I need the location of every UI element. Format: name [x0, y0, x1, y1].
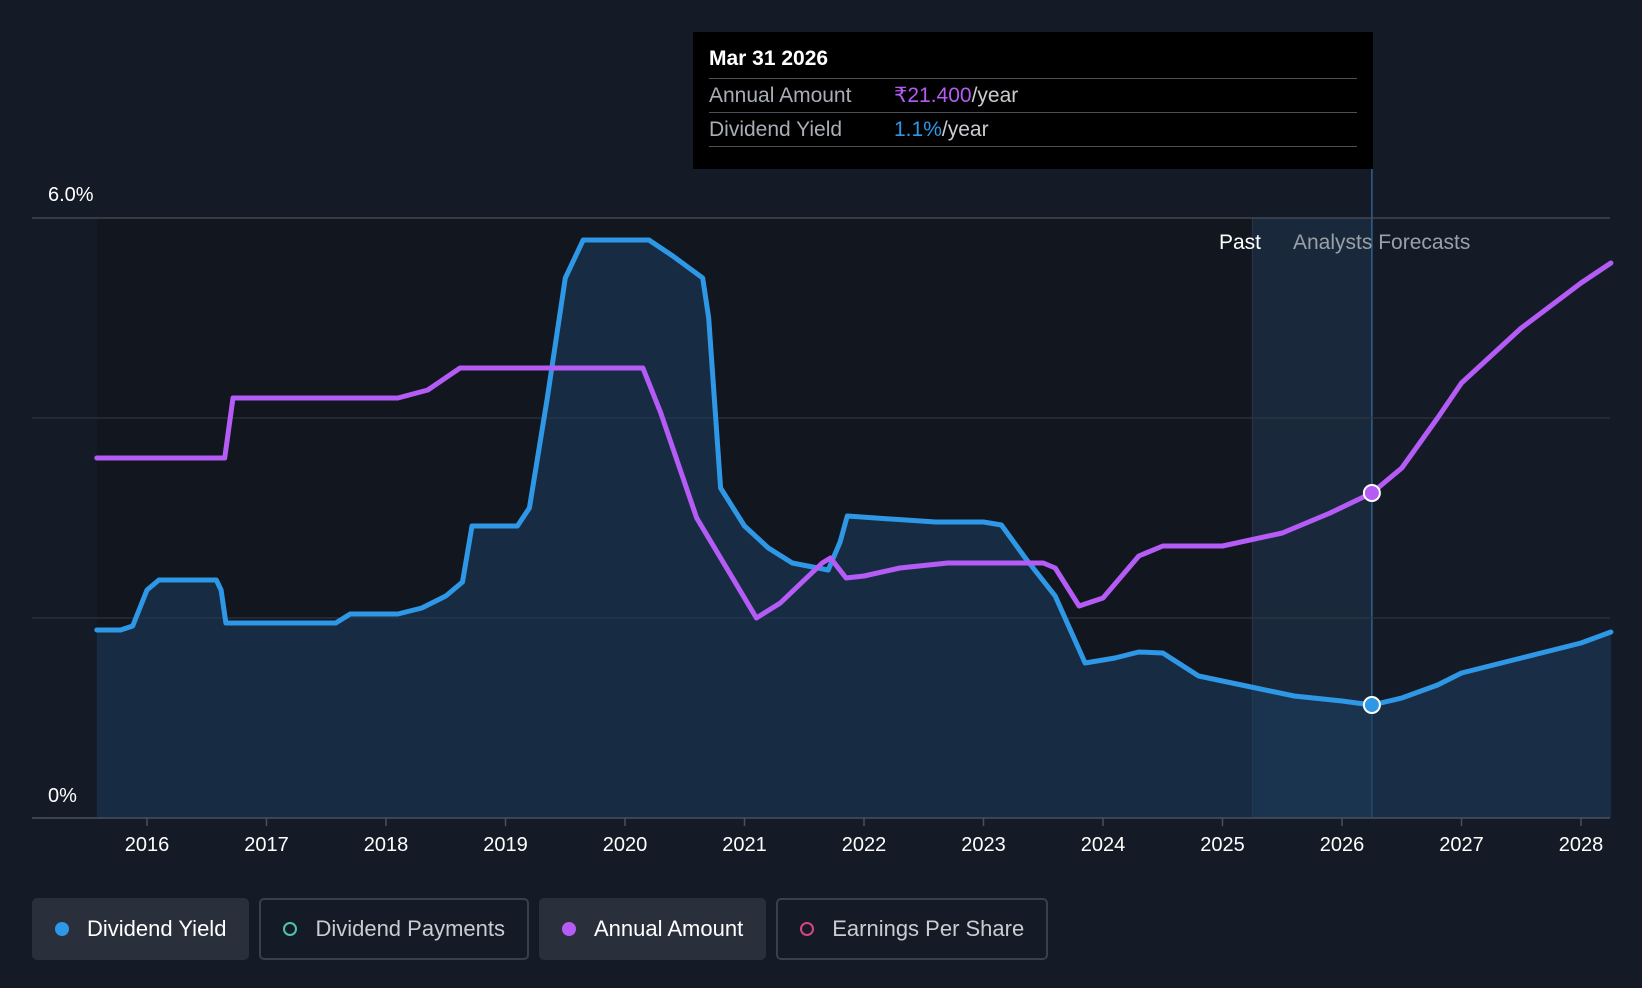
legend-dot-icon [55, 922, 69, 936]
tooltip-row-dividend-yield: Dividend Yield 1.1% /year [709, 113, 1357, 147]
tooltip-row-annual-amount: Annual Amount ₹21.400 /year [709, 79, 1357, 113]
legend-item-annual-amount[interactable]: Annual Amount [538, 898, 767, 960]
legend-item-earnings-per-share[interactable]: Earnings Per Share [776, 898, 1049, 960]
tooltip-label: Dividend Yield [709, 118, 843, 141]
x-tick-label: 2018 [364, 834, 409, 856]
tooltip-unit: /year [941, 118, 989, 141]
legend-dot-icon [561, 922, 576, 936]
tooltip: Mar 31 2026 Annual Amount ₹21.400 /year … [693, 32, 1373, 169]
tooltip-value: 1.1% [894, 118, 942, 141]
legend-label: Earnings Per Share [832, 916, 1025, 941]
x-tick-label: 2026 [1320, 834, 1365, 856]
legend-ring-icon [283, 922, 298, 936]
tooltip-label: Annual Amount [709, 84, 852, 107]
x-tick-label: 2025 [1200, 834, 1245, 856]
tooltip-date: Mar 31 2026 [709, 44, 1357, 79]
x-tick-label: 2028 [1559, 834, 1604, 856]
tooltip-value: ₹21.400 [894, 84, 972, 107]
legend-item-dividend-yield[interactable]: Dividend Yield [32, 898, 250, 960]
legend-label: Dividend Payments [315, 916, 505, 941]
y-axis-label-min: 0% [48, 785, 77, 807]
legend-label: Annual Amount [593, 916, 744, 941]
x-tick-label: 2023 [961, 834, 1006, 856]
legend-ring-icon [800, 922, 815, 936]
x-tick-label: 2021 [722, 834, 767, 856]
y-axis-label-max: 6.0% [48, 184, 94, 206]
x-tick-label: 2016 [125, 834, 170, 856]
forecast-label: Analysts Forecasts [1293, 231, 1470, 254]
x-tick-label: 2024 [1081, 834, 1126, 856]
tooltip-unit: /year [971, 84, 1019, 107]
x-tick-label: 2022 [842, 834, 887, 856]
legend-item-dividend-payments[interactable]: Dividend Payments [259, 898, 529, 960]
legend-label: Dividend Yield [87, 916, 227, 941]
x-tick-label: 2019 [483, 834, 528, 856]
past-label: Past [1219, 231, 1261, 254]
annual-amount-hover-marker [1362, 484, 1381, 502]
legend: Dividend Yield Dividend Payments Annual … [32, 898, 1058, 960]
x-tick-label: 2027 [1439, 834, 1484, 856]
x-tick-label: 2020 [603, 834, 648, 856]
x-tick-label: 2017 [244, 834, 289, 856]
dividend-yield-hover-marker [1362, 696, 1381, 714]
